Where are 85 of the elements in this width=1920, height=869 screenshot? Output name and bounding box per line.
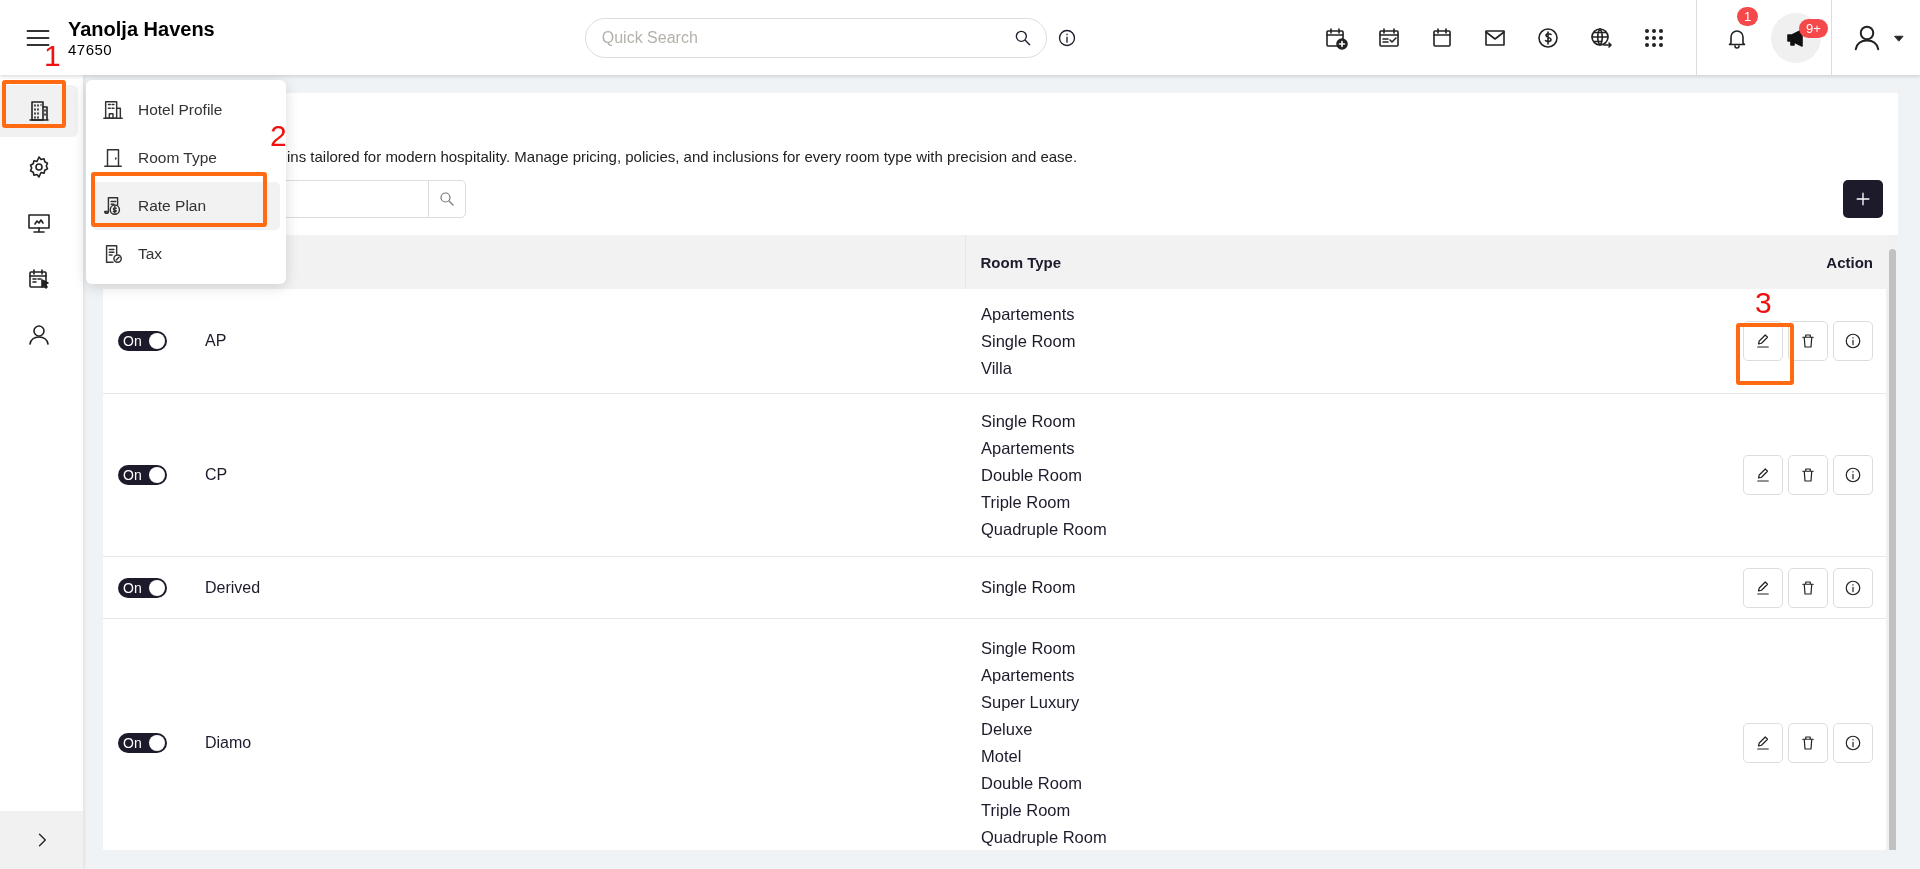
info-icon: [1844, 578, 1862, 597]
highlight-box: [2, 80, 66, 128]
info-button[interactable]: [1833, 567, 1873, 608]
room-type-name: Single Room: [981, 410, 1077, 432]
info-button[interactable]: [1833, 455, 1873, 496]
calendar-icon: [27, 267, 51, 291]
edit-button[interactable]: [1743, 723, 1783, 764]
room-type-name: Quadruple Room: [981, 518, 1108, 540]
step-number: 1: [44, 40, 61, 72]
calendar-plus-icon: [1324, 25, 1348, 50]
room-type-name: Single Room: [981, 638, 1077, 660]
room-type-name: Deluxe: [981, 719, 1034, 741]
property-code: 47650: [68, 41, 114, 58]
calendar-check-icon: [1377, 25, 1401, 50]
room-type-name: Super Luxury: [981, 692, 1081, 714]
rate-plan-name: Derived: [205, 578, 261, 596]
delete-button[interactable]: [1788, 321, 1828, 362]
room-type-name: Double Room: [981, 773, 1083, 795]
room-type-name: Apartements: [981, 665, 1076, 687]
calendar-check-icon-button[interactable]: [1377, 25, 1401, 50]
pencil-icon: [1754, 734, 1772, 753]
edit-button[interactable]: [1743, 321, 1783, 362]
scrollbar[interactable]: [1886, 235, 1898, 850]
room-type-name: Triple Room: [981, 800, 1072, 822]
add-button[interactable]: [1843, 180, 1883, 218]
monitor-icon: [27, 211, 51, 235]
page-description: ins tailored for modern hospitality. Manage pricing, policies, and inclusions for every room type with precision and ease.: [287, 148, 1079, 166]
delete-button[interactable]: [1788, 567, 1828, 608]
announcement-count: 9+: [1799, 18, 1828, 38]
info-icon: [1844, 466, 1862, 485]
trash-icon: [1799, 332, 1817, 351]
step-number: 2: [270, 120, 287, 152]
user-icon: [27, 323, 51, 347]
edit-button[interactable]: [1743, 567, 1783, 608]
door-icon: [102, 147, 124, 169]
trash-icon: [1799, 466, 1817, 485]
room-type-name: Apartements: [981, 303, 1076, 325]
step-number: 3: [1755, 287, 1772, 319]
menu-item[interactable]: Tax: [92, 230, 280, 278]
trash-icon: [1799, 578, 1817, 597]
calendar-plus-icon-button[interactable]: [1324, 25, 1348, 50]
quick-search-field[interactable]: Quick Search: [584, 17, 1047, 58]
column-header: Action: [1826, 253, 1873, 271]
status-toggle[interactable]: On: [118, 733, 167, 754]
status-toggle[interactable]: On: [118, 465, 167, 486]
pencil-icon: [1754, 578, 1772, 597]
room-type-name: Motel: [981, 746, 1023, 768]
search-field[interactable]: [286, 180, 428, 218]
room-type-name: Quadruple Room: [981, 827, 1108, 849]
delete-button[interactable]: [1788, 723, 1828, 764]
highlight-box: [1736, 323, 1794, 385]
globe-icon: [1589, 25, 1613, 50]
room-type-name: Double Room: [981, 464, 1083, 486]
rate-plan-name: AP: [205, 332, 227, 350]
building-icon: [27, 99, 51, 123]
pencil-icon: [1754, 466, 1772, 485]
dollar-icon-button[interactable]: [1536, 25, 1560, 50]
info-button[interactable]: [1833, 723, 1873, 764]
rate-plan-name: CP: [205, 466, 228, 484]
search-icon: [438, 190, 456, 208]
rate-plan-name: Diamo: [205, 734, 252, 752]
room-type-name: Apartements: [981, 437, 1076, 459]
info-icon: [1844, 332, 1862, 351]
dollar-icon: [1536, 25, 1560, 50]
trash-icon: [1799, 734, 1817, 753]
column-header: Room Type: [980, 253, 1062, 271]
room-type-name: Single Room: [981, 330, 1077, 352]
room-type-name: Triple Room: [981, 491, 1072, 513]
hotel-icon: [102, 99, 124, 121]
room-type-name: Villa: [981, 357, 1013, 379]
delete-button[interactable]: [1788, 455, 1828, 496]
calendar-icon: [1430, 25, 1454, 50]
calendar-icon-button[interactable]: [1430, 25, 1454, 50]
room-type-name: Single Room: [981, 577, 1077, 599]
edit-button[interactable]: [1743, 455, 1783, 496]
info-icon: [1844, 734, 1862, 753]
info-icon: [1056, 27, 1077, 48]
status-toggle[interactable]: On: [118, 577, 167, 598]
pencil-icon: [1754, 332, 1772, 351]
settings-icon: [27, 155, 51, 179]
status-toggle[interactable]: On: [118, 331, 167, 352]
info-button[interactable]: [1833, 321, 1873, 362]
globe-icon-button[interactable]: [1589, 25, 1613, 50]
notification-count: 1: [1737, 6, 1759, 26]
property-name: Yanolja Havens: [68, 17, 215, 41]
